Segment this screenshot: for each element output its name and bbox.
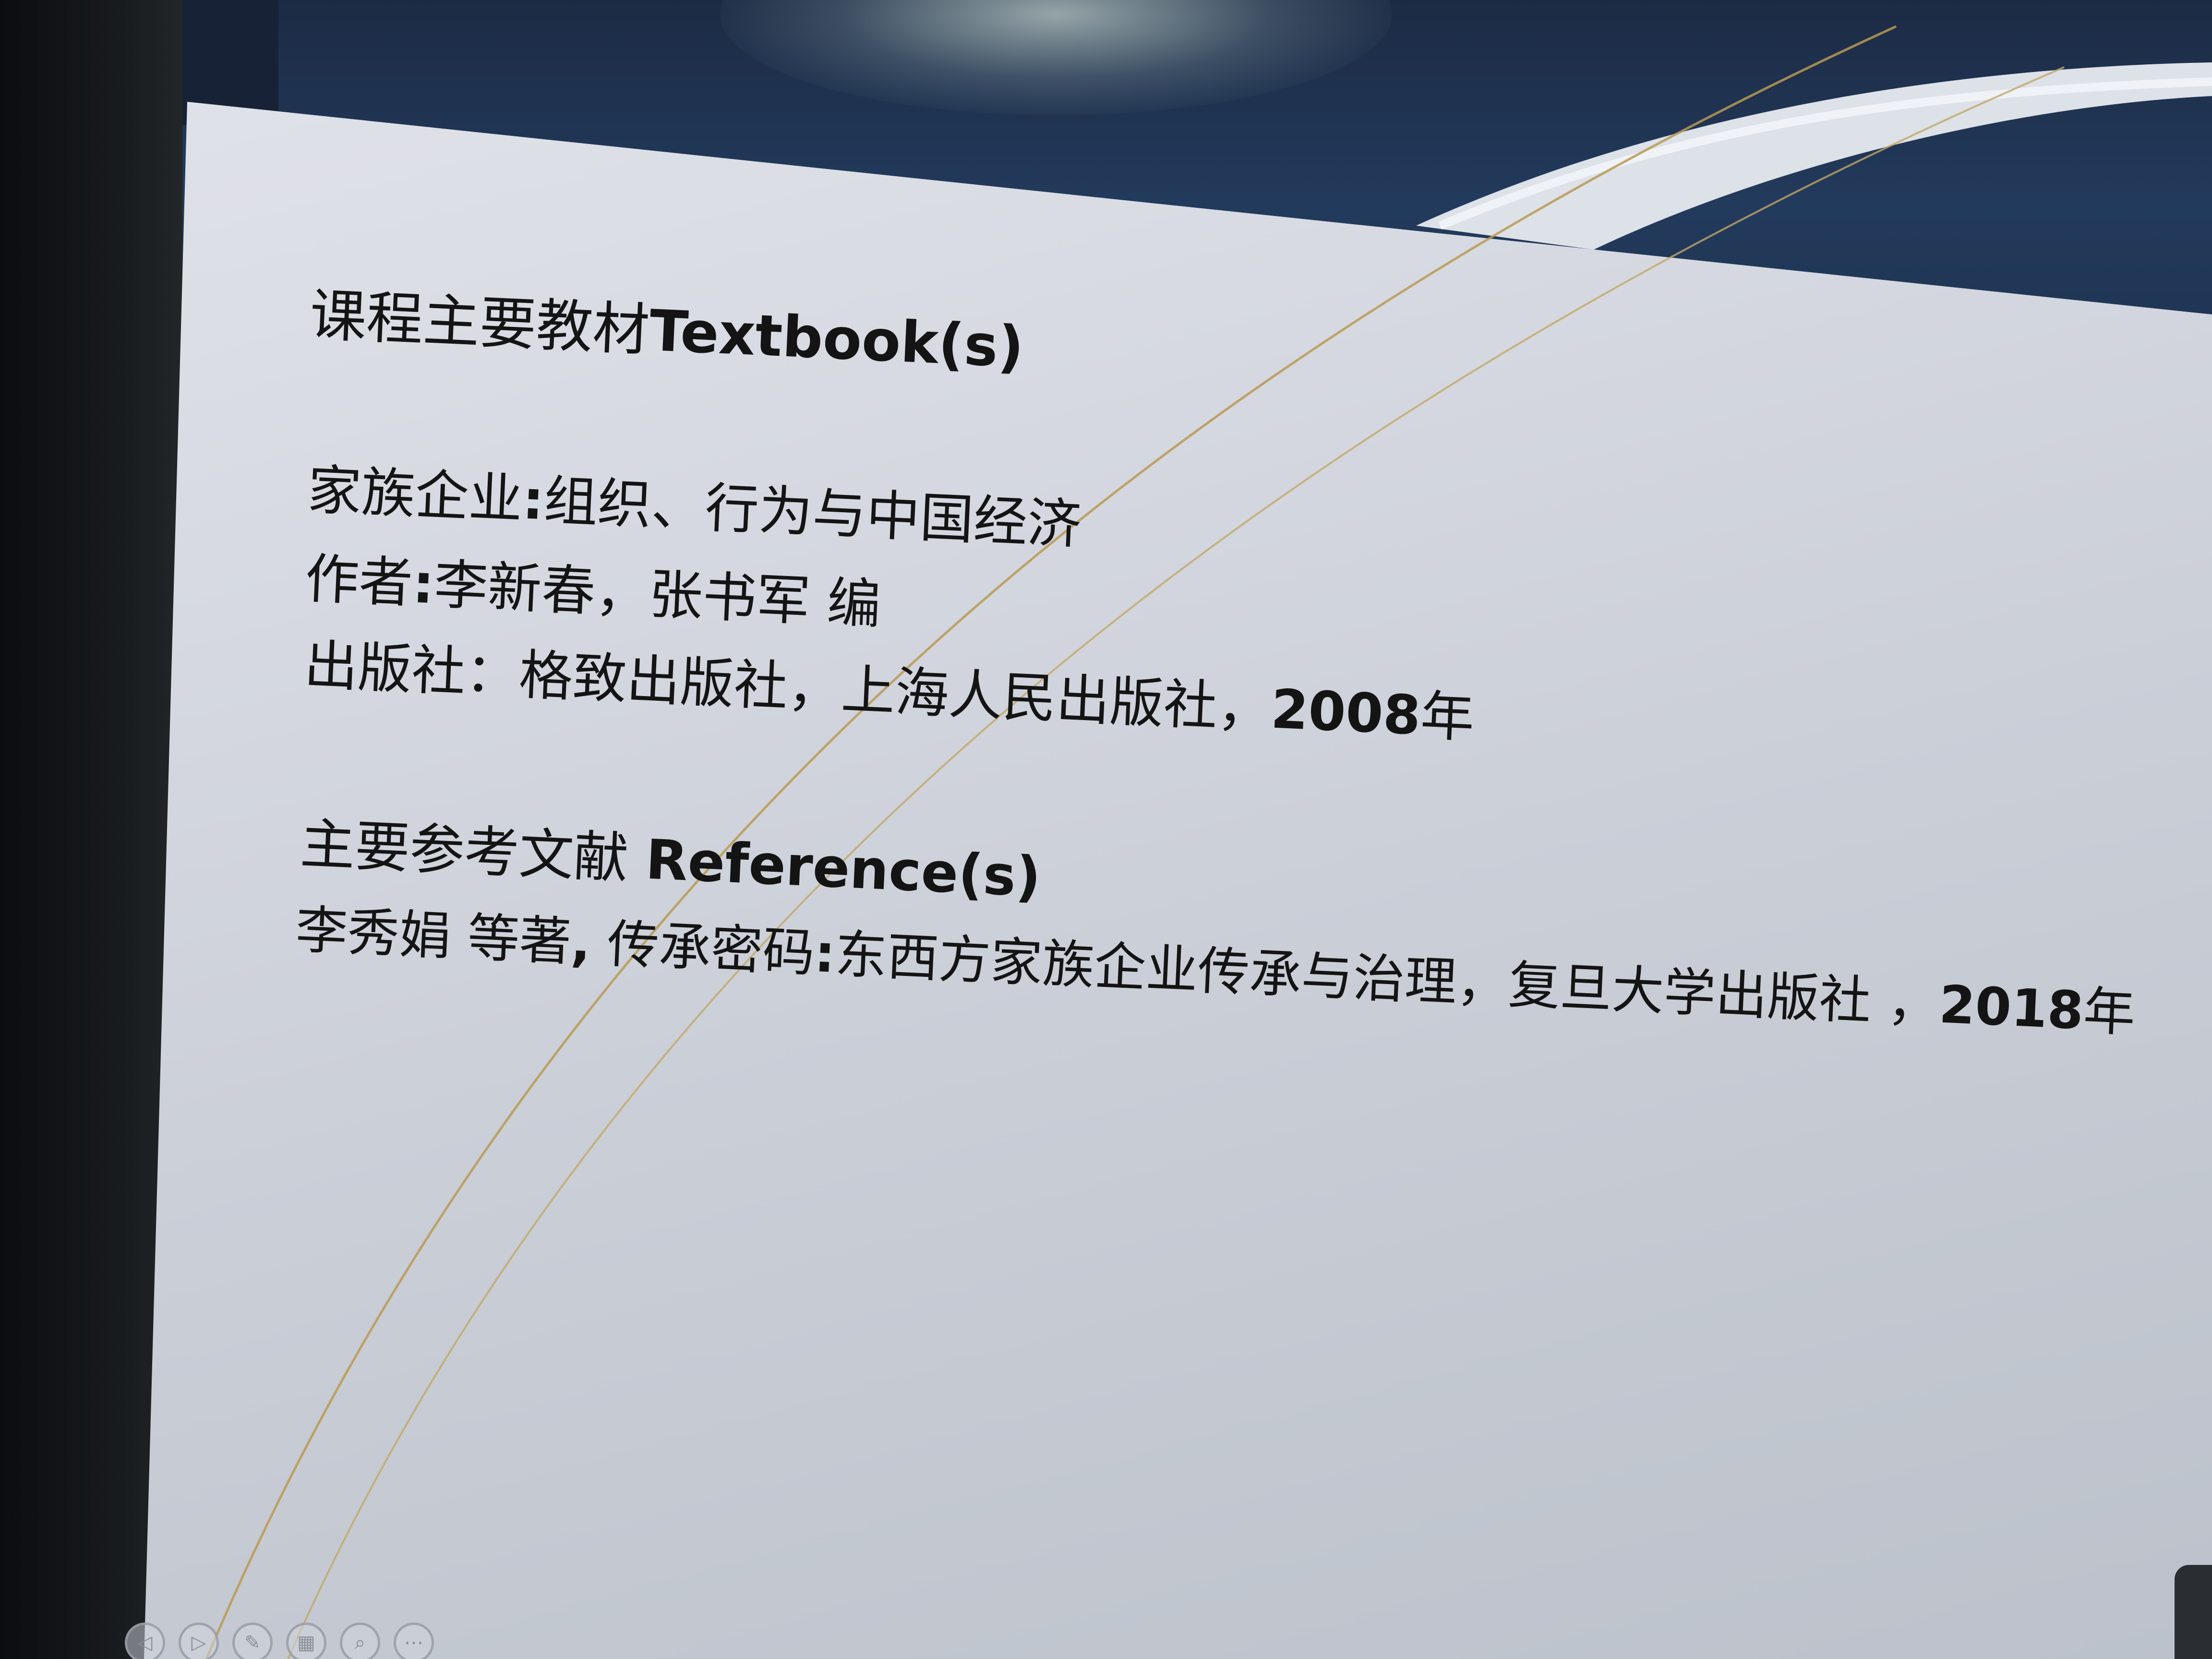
corner-logo-icon bbox=[2175, 1565, 2212, 1659]
reference-title: 传承密码 bbox=[589, 913, 816, 984]
pen-icon[interactable]: ✎ bbox=[232, 1623, 273, 1659]
slides-grid-icon[interactable]: ▦ bbox=[286, 1623, 326, 1659]
book-title-label: 家族企业 bbox=[306, 458, 524, 531]
slideshow-navigation-bar: ◁ ▷ ✎ ▦ ⌕ ⋯ bbox=[125, 1623, 434, 1659]
reference-authors: 李秀娟 等著 bbox=[294, 900, 573, 973]
more-options-icon[interactable]: ⋯ bbox=[394, 1623, 434, 1659]
publisher-year-suffix: 年 bbox=[1419, 685, 1476, 750]
book-title-colon: : bbox=[521, 469, 546, 532]
reference-comma: , bbox=[569, 913, 592, 974]
photo-of-projected-slide: 课程主要教材Textbook(s) 家族企业:组织、行为与中国经济 作者:李新春… bbox=[0, 0, 2212, 1659]
textbook-heading-cn: 课程主要教材 bbox=[308, 281, 651, 363]
authors-label: 作者 bbox=[303, 547, 414, 615]
next-arrow-icon[interactable]: ▷ bbox=[179, 1623, 219, 1659]
publisher-year: 2008 bbox=[1269, 678, 1422, 747]
reference-heading-cn: 主要参考文献 bbox=[299, 811, 648, 891]
authors-colon: : bbox=[411, 553, 436, 616]
previous-arrow-icon[interactable]: ◁ bbox=[125, 1623, 165, 1659]
reference-colon: : bbox=[813, 924, 837, 985]
textbook-heading-en: Textbook(s) bbox=[648, 297, 1025, 381]
reference-year-suffix: 年 bbox=[2082, 981, 2137, 1044]
zoom-icon[interactable]: ⌕ bbox=[340, 1623, 380, 1659]
reference-year: 2018 bbox=[1937, 974, 2085, 1041]
